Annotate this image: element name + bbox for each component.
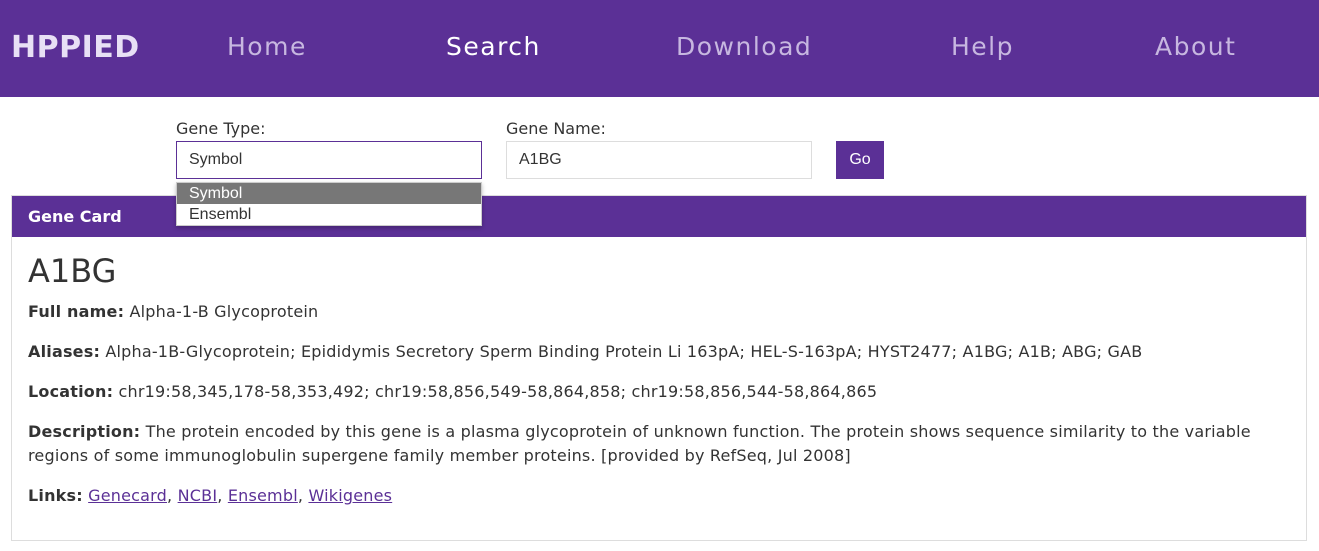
description-value: The protein encoded by this gene is a pl… — [28, 422, 1251, 465]
nav-home-link[interactable]: Home — [227, 32, 307, 61]
nav-search-link[interactable]: Search — [446, 32, 541, 61]
nav-help-link[interactable]: Help — [951, 32, 1014, 61]
aliases-row: Aliases: Alpha-1B-Glycoprotein; Epididym… — [28, 340, 1268, 364]
full-name-row: Full name: Alpha-1-B Glycoprotein — [28, 300, 1268, 324]
gene-name-label: Gene Name: — [506, 119, 606, 138]
ncbi-link[interactable]: NCBI — [178, 486, 218, 505]
gene-name-input[interactable] — [506, 141, 812, 179]
gene-symbol-heading: A1BG — [28, 252, 117, 290]
location-value: chr19:58,345,178-58,353,492; chr19:58,85… — [118, 382, 878, 401]
aliases-value: Alpha-1B-Glycoprotein; Epididymis Secret… — [105, 342, 1143, 361]
gene-type-select[interactable]: Symbol — [176, 141, 482, 179]
go-button[interactable]: Go — [836, 141, 884, 179]
gene-card-title: Gene Card — [28, 207, 122, 226]
dropdown-option-symbol[interactable]: Symbol — [177, 183, 481, 204]
description-label: Description: — [28, 422, 141, 441]
top-navbar: HPPIED Home Search Download Help About — [0, 0, 1319, 97]
genecard-link[interactable]: Genecard — [88, 486, 167, 505]
nav-download-link[interactable]: Download — [676, 32, 812, 61]
nav-about-link[interactable]: About — [1155, 32, 1236, 61]
gene-type-label: Gene Type: — [176, 119, 266, 138]
links-label: Links: — [28, 486, 83, 505]
full-name-label: Full name: — [28, 302, 125, 321]
description-row: Description: The protein encoded by this… — [28, 420, 1268, 468]
links-row: Links: Genecard, NCBI, Ensembl, Wikigene… — [28, 486, 393, 505]
brand-logo[interactable]: HPPIED — [11, 30, 140, 65]
full-name-value: Alpha-1-B Glycoprotein — [129, 302, 319, 321]
gene-type-dropdown-list: Symbol Ensembl — [176, 182, 482, 226]
dropdown-option-ensembl[interactable]: Ensembl — [177, 204, 481, 225]
gene-card: Gene Card A1BG Full name: Alpha-1-B Glyc… — [11, 195, 1307, 541]
location-row: Location: chr19:58,345,178-58,353,492; c… — [28, 380, 1268, 404]
ensembl-link[interactable]: Ensembl — [228, 486, 298, 505]
location-label: Location: — [28, 382, 114, 401]
aliases-label: Aliases: — [28, 342, 101, 361]
wikigenes-link[interactable]: Wikigenes — [308, 486, 392, 505]
